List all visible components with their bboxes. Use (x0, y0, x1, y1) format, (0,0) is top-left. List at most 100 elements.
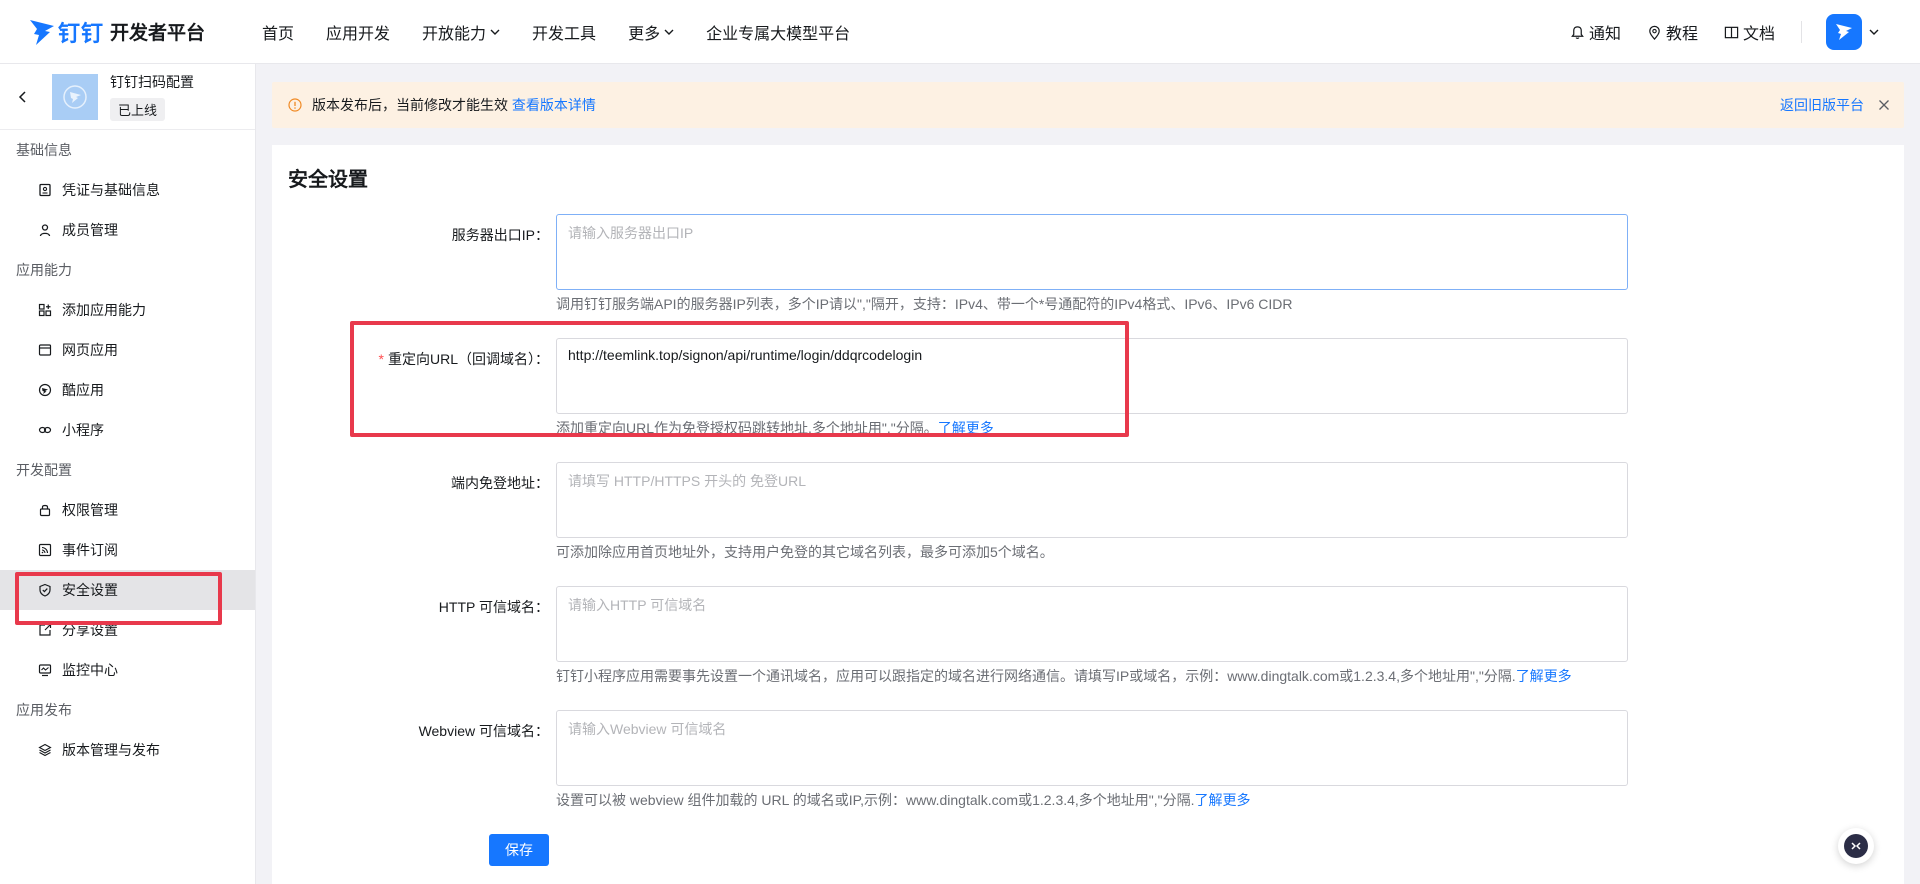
http-trusted-domain-hint: 钉钉小程序应用需要事先设置一个通讯域名，应用可以跟指定的域名进行网络通信。请填写… (556, 666, 1572, 686)
field-label-text: 端内免登地址： (451, 475, 549, 491)
webview-trusted-domain-label: Webview 可信域名： (419, 721, 549, 741)
sidebar-item-share[interactable]: 分享设置 (0, 610, 255, 650)
app-name: 钉钉扫码配置 (110, 74, 194, 90)
chat-bot-icon (1851, 842, 1861, 850)
view-version-link[interactable]: 查看版本详情 (512, 97, 596, 113)
release-notice-banner: 版本发布后，当前修改才能生效 查看版本详情 返回旧版平台 (272, 82, 1904, 128)
cool-app-icon (38, 383, 52, 397)
learn-more-link[interactable]: 了解更多 (1516, 668, 1572, 684)
nav-enterprise-llm[interactable]: 企业专属大模型平台 (706, 20, 850, 44)
browser-window-icon (38, 344, 52, 356)
assistant-float-button[interactable] (1838, 828, 1874, 864)
sidebar-item-permissions[interactable]: 权限管理 (0, 490, 255, 530)
nav-label: 开放能力 (422, 25, 487, 43)
hint-text: 钉钉小程序应用需要事先设置一个通讯域名，应用可以跟指定的域名进行网络通信。请填写… (556, 668, 1516, 684)
nav-label: 开发工具 (532, 25, 597, 43)
hint-text: 调用钉钉服务端API的服务器IP列表，多个IP请以","隔开，支持：IPv4、带… (556, 296, 1293, 312)
app-header: 钉钉扫码配置 已上线 (0, 64, 255, 130)
http-trusted-domain-input[interactable] (556, 586, 1628, 662)
page-title: 安全设置 (288, 169, 368, 191)
right-nav: 通知 教程 文档 (1544, 0, 1880, 64)
tutorial-button[interactable]: 教程 (1647, 20, 1698, 44)
platform-title: 开发者平台 (110, 23, 206, 44)
server-ip-input[interactable] (556, 214, 1628, 290)
status-badge: 已上线 (110, 98, 166, 121)
nav-home[interactable]: 首页 (262, 20, 294, 44)
sidebar-item-label: 安全设置 (62, 582, 118, 598)
redirect-url-label: * 重定向URL（回调域名）： (379, 349, 549, 369)
close-icon[interactable] (1878, 99, 1890, 111)
sidebar-item-events[interactable]: 事件订阅 (0, 530, 255, 570)
sidebar-item-monitor[interactable]: 监控中心 (0, 650, 255, 690)
sidebar-item-members[interactable]: 成员管理 (0, 210, 255, 250)
learn-more-link[interactable]: 了解更多 (938, 420, 994, 436)
nav-label: 应用开发 (326, 25, 391, 43)
sidebar-item-label: 版本管理与发布 (62, 742, 160, 758)
field-label-text: 服务器出口IP： (451, 227, 549, 243)
back-arrow-icon[interactable] (16, 90, 30, 104)
redirect-url-input[interactable]: http://teemlink.top/signon/api/runtime/l… (556, 338, 1628, 414)
main-nav: 首页 应用开发 开放能力 开发工具 更多 企业专属大模型平台 (262, 20, 882, 44)
sidebar-item-credentials[interactable]: 凭证与基础信息 (0, 170, 255, 210)
sidebar-item-label: 添加应用能力 (62, 302, 146, 318)
logo[interactable]: 钉钉 开发者平台 (28, 16, 232, 48)
notify-label: 通知 (1588, 26, 1621, 43)
in-app-login-input[interactable] (556, 462, 1628, 538)
tutorial-label: 教程 (1665, 26, 1698, 43)
divider (1801, 21, 1802, 43)
nav-dev-tools[interactable]: 开发工具 (532, 20, 596, 44)
dingtalk-logo-icon (30, 19, 54, 45)
sidebar-item-add-capability[interactable]: 添加应用能力 (0, 290, 255, 330)
app-info: 钉钉扫码配置 已上线 (110, 72, 194, 121)
server-ip-hint: 调用钉钉服务端API的服务器IP列表，多个IP请以","隔开，支持：IPv4、带… (556, 294, 1292, 314)
nav-app-dev[interactable]: 应用开发 (326, 20, 390, 44)
sidebar-item-security[interactable]: 安全设置 (0, 570, 255, 610)
in-app-login-hint: 可添加除应用首页地址外，支持用户免登的其它域名列表，最多可添加5个域名。 (556, 542, 1054, 562)
learn-more-link[interactable]: 了解更多 (1195, 792, 1251, 808)
sidebar-item-label: 酷应用 (62, 382, 104, 398)
hint-text: 设置可以被 webview 组件加载的 URL 的域名或IP,示例：www.di… (556, 792, 1195, 808)
sidebar-item-label: 小程序 (62, 422, 104, 438)
sidebar-item-mini-program[interactable]: 小程序 (0, 410, 255, 450)
sidebar-item-label: 凭证与基础信息 (62, 182, 160, 198)
sidebar-item-cool-app[interactable]: 酷应用 (0, 370, 255, 410)
hint-text: 可添加除应用首页地址外，支持用户免登的其它域名列表，最多可添加5个域名。 (556, 544, 1054, 560)
docs-button[interactable]: 文档 (1724, 20, 1775, 44)
security-settings-card: 安全设置 服务器出口IP： 调用钉钉服务端API的服务器IP列表，多个IP请以"… (272, 145, 1904, 884)
infinity-link-icon (38, 426, 52, 434)
nav-open-capability[interactable]: 开放能力 (422, 20, 500, 44)
sidebar: 钉钉扫码配置 已上线 基础信息 凭证与基础信息 成员管理 应用能力 添加应用能力… (0, 64, 256, 884)
nav-label: 更多 (628, 25, 661, 43)
notify-button[interactable]: 通知 (1570, 20, 1621, 44)
webview-trusted-domain-input[interactable] (556, 710, 1628, 786)
lock-icon (39, 504, 51, 517)
shield-icon (39, 583, 51, 597)
section-title-basic: 基础信息 (16, 142, 72, 158)
banner-actions: 返回旧版平台 (1780, 95, 1890, 115)
chevron-down-icon[interactable] (1868, 26, 1880, 38)
book-icon (1724, 26, 1739, 38)
assistant-icon (1844, 834, 1868, 858)
location-pin-icon (1649, 25, 1660, 40)
return-old-platform-link[interactable]: 返回旧版平台 (1780, 95, 1864, 115)
in-app-login-label: 端内免登地址： (451, 473, 549, 493)
chevron-down-icon (664, 29, 674, 35)
app-logo-icon (63, 84, 87, 109)
share-icon (39, 623, 52, 636)
sidebar-item-version-release[interactable]: 版本管理与发布 (0, 730, 255, 770)
app-thumbnail (52, 73, 98, 120)
nav-more[interactable]: 更多 (628, 20, 674, 44)
info-circle-icon (288, 98, 302, 112)
nav-label: 首页 (262, 25, 295, 43)
top-navbar: 钉钉 开发者平台 首页 应用开发 开放能力 开发工具 更多 企业专属大模型平台 … (0, 0, 1920, 64)
apps-add-icon (38, 303, 52, 317)
server-ip-label: 服务器出口IP： (452, 225, 549, 245)
save-button[interactable]: 保存 (489, 834, 549, 866)
sidebar-item-web-app[interactable]: 网页应用 (0, 330, 255, 370)
avatar[interactable] (1826, 14, 1862, 50)
section-title-capability: 应用能力 (16, 262, 72, 278)
field-label-text: 重定向URL（回调域名）： (387, 351, 549, 367)
banner-message: 版本发布后，当前修改才能生效 (312, 97, 508, 113)
monitor-icon (38, 664, 52, 677)
layers-icon (38, 743, 52, 757)
